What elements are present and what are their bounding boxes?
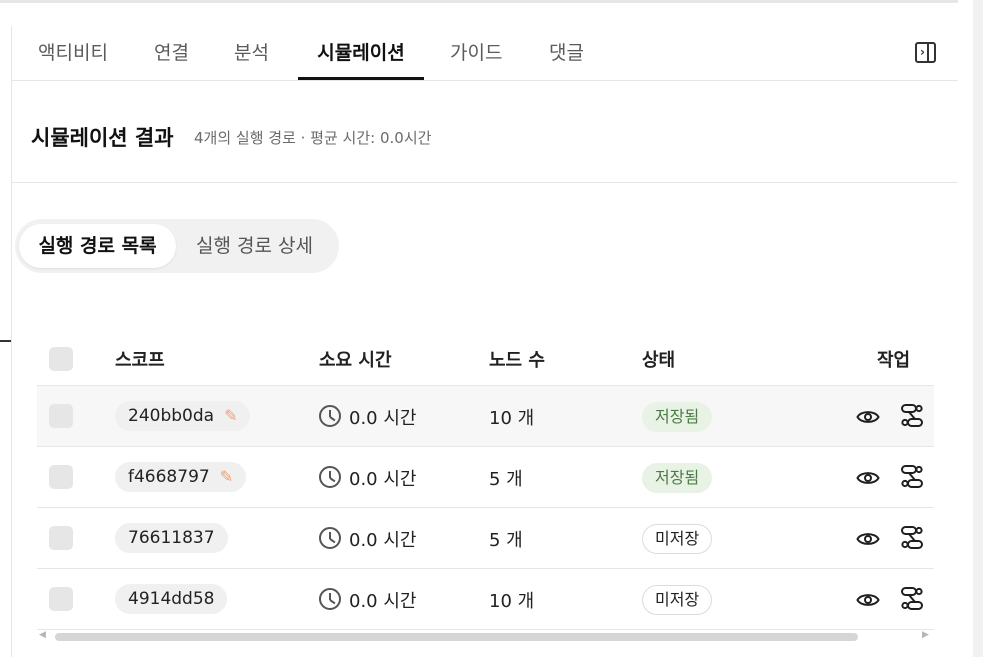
table-row[interactable]: 240bb0da ✎ 0.0 시간 10 개 저장됨 bbox=[37, 386, 934, 447]
row-checkbox[interactable] bbox=[49, 526, 73, 550]
node-count: 5 개 bbox=[489, 530, 523, 551]
duration-value: 0.0 시간 bbox=[349, 408, 417, 429]
edit-pencil-icon[interactable]: ✎ bbox=[220, 462, 233, 492]
duration-value: 0.0 시간 bbox=[349, 591, 417, 612]
select-all-checkbox[interactable] bbox=[49, 347, 73, 371]
node-count: 10 개 bbox=[489, 591, 535, 612]
scope-chip: f4668797 ✎ bbox=[115, 462, 247, 492]
route-icon[interactable] bbox=[900, 402, 924, 430]
row-checkbox[interactable] bbox=[49, 587, 73, 611]
table-row[interactable]: 76611837 0.0 시간 5 개 미저장 bbox=[37, 508, 934, 569]
execution-path-list-tab[interactable]: 실행 경로 목록 bbox=[19, 224, 176, 268]
table-header: 스코프 소요 시간 노드 수 상태 작업 bbox=[37, 326, 934, 386]
status-badge: 저장됨 bbox=[642, 402, 713, 432]
column-header-duration: 소요 시간 bbox=[319, 350, 392, 371]
tab-bar: 액티비티 연결 분석 시뮬레이션 가이드 댓글 › bbox=[12, 26, 958, 81]
route-icon[interactable] bbox=[900, 463, 924, 491]
left-divider bbox=[11, 26, 12, 657]
top-divider bbox=[0, 0, 958, 3]
scope-chip: 240bb0da ✎ bbox=[115, 401, 251, 431]
scope-id: 240bb0da bbox=[128, 406, 215, 426]
status-badge: 미저장 bbox=[642, 524, 713, 554]
clock-icon bbox=[319, 588, 341, 610]
view-eye-icon[interactable] bbox=[856, 528, 880, 550]
column-header-scope: 스코프 bbox=[115, 350, 165, 371]
column-header-status: 상태 bbox=[642, 350, 676, 371]
duration-value: 0.0 시간 bbox=[349, 469, 417, 490]
clock-icon bbox=[319, 527, 341, 549]
scope-chip: 4914dd58 bbox=[115, 584, 228, 614]
page-subtitle: 4개의 실행 경로 · 평균 시간: 0.0시간 bbox=[194, 129, 432, 147]
column-header-nodes: 노드 수 bbox=[489, 350, 545, 371]
execution-path-detail-tab[interactable]: 실행 경로 상세 bbox=[180, 224, 329, 268]
scope-id: f4668797 bbox=[128, 467, 210, 487]
horizontal-scrollbar: ◀ ▶ bbox=[37, 630, 934, 644]
view-eye-icon[interactable] bbox=[856, 589, 880, 611]
edit-pencil-icon[interactable]: ✎ bbox=[224, 401, 237, 431]
page-title: 시뮬레이션 결과 bbox=[31, 126, 174, 150]
route-icon[interactable] bbox=[900, 524, 924, 552]
tab-guide[interactable]: 가이드 bbox=[450, 38, 502, 80]
left-marker bbox=[0, 340, 11, 342]
node-count: 10 개 bbox=[489, 408, 535, 429]
clock-icon bbox=[319, 466, 341, 488]
scope-chip: 76611837 bbox=[115, 523, 228, 553]
execution-path-table: 스코프 소요 시간 노드 수 상태 작업 240bb0da ✎ 0.0 시간 10… bbox=[37, 326, 934, 630]
view-eye-icon[interactable] bbox=[856, 406, 880, 428]
sidebar-collapse-icon[interactable]: › bbox=[915, 42, 936, 63]
view-eye-icon[interactable] bbox=[856, 467, 880, 489]
scroll-right-icon[interactable]: ▶ bbox=[922, 630, 929, 640]
row-checkbox[interactable] bbox=[49, 404, 73, 428]
row-checkbox[interactable] bbox=[49, 465, 73, 489]
clock-icon bbox=[319, 405, 341, 427]
scope-id: 4914dd58 bbox=[128, 589, 215, 609]
scrollbar-thumb[interactable] bbox=[55, 633, 858, 641]
tab-activity[interactable]: 액티비티 bbox=[38, 38, 108, 80]
table-row[interactable]: 4914dd58 0.0 시간 10 개 미저장 bbox=[37, 569, 934, 630]
table-row[interactable]: f4668797 ✎ 0.0 시간 5 개 저장됨 bbox=[37, 447, 934, 508]
status-badge: 저장됨 bbox=[642, 463, 713, 493]
node-count: 5 개 bbox=[489, 469, 523, 490]
duration-value: 0.0 시간 bbox=[349, 530, 417, 551]
view-switcher: 실행 경로 목록 실행 경로 상세 bbox=[15, 219, 339, 273]
tab-analysis[interactable]: 분석 bbox=[234, 38, 269, 80]
vertical-scrollbar[interactable] bbox=[973, 0, 983, 657]
route-icon[interactable] bbox=[900, 585, 924, 613]
column-header-actions: 작업 bbox=[877, 350, 911, 371]
tab-connections[interactable]: 연결 bbox=[154, 38, 189, 80]
tab-simulation[interactable]: 시뮬레이션 bbox=[298, 38, 424, 80]
section-divider bbox=[12, 182, 958, 183]
status-badge: 미저장 bbox=[642, 585, 713, 615]
scope-id: 76611837 bbox=[128, 528, 215, 548]
scroll-left-icon[interactable]: ◀ bbox=[39, 630, 46, 640]
tab-comments[interactable]: 댓글 bbox=[549, 38, 584, 80]
